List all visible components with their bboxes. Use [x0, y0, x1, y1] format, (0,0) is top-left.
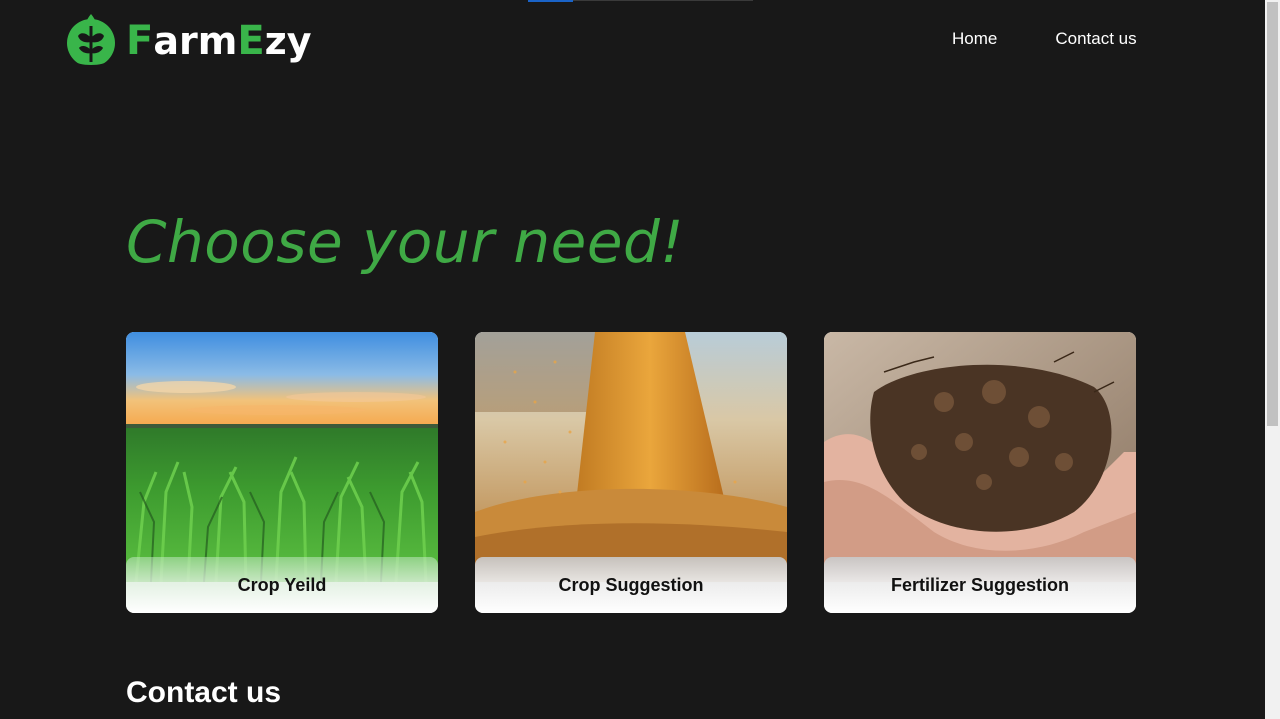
corn-field-sunset-image	[126, 332, 438, 582]
main-nav: Home Contact us	[940, 29, 1149, 49]
brand-letters-zy: zy	[264, 19, 312, 63]
contact-section-title: Contact us	[126, 676, 282, 709]
page: F arm E zy Home Contact us Choose your n…	[0, 0, 1265, 719]
card-crop-suggestion-footer: Crop Suggestion	[475, 557, 787, 613]
card-fertilizer-suggestion[interactable]: Fertilizer Suggestion	[824, 332, 1136, 613]
top-accent-bar	[528, 0, 573, 2]
card-crop-yield-footer: Crop Yeild	[126, 557, 438, 613]
brand-letter-f: F	[126, 18, 154, 64]
brand-letters-arm: arm	[153, 19, 238, 63]
card-crop-yield-label: Crop Yeild	[237, 574, 327, 595]
service-cards: Crop Yeild Crop Suggestion Fertilizer Su…	[126, 332, 1136, 613]
falling-grain-image	[475, 332, 787, 582]
nav-home-link[interactable]: Home	[940, 29, 1009, 49]
card-fertilizer-suggestion-footer: Fertilizer Suggestion	[824, 557, 1136, 613]
card-crop-suggestion-label: Crop Suggestion	[558, 574, 704, 595]
card-crop-yield[interactable]: Crop Yeild	[126, 332, 438, 613]
hero-title: Choose your need!	[126, 208, 685, 276]
hands-holding-soil-image	[824, 332, 1136, 582]
top-accent-line	[573, 0, 753, 1]
leaf-sprout-icon	[67, 14, 115, 68]
page-scrollbar[interactable]	[1265, 0, 1280, 719]
nav-contact-link[interactable]: Contact us	[1043, 29, 1148, 49]
scrollbar-thumb[interactable]	[1267, 2, 1278, 426]
brand-logo[interactable]: F arm E zy	[64, 12, 312, 70]
brand-name: F arm E zy	[126, 21, 312, 61]
brand-letter-e: E	[237, 18, 265, 64]
card-crop-suggestion[interactable]: Crop Suggestion	[475, 332, 787, 613]
card-fertilizer-suggestion-label: Fertilizer Suggestion	[890, 574, 1070, 595]
